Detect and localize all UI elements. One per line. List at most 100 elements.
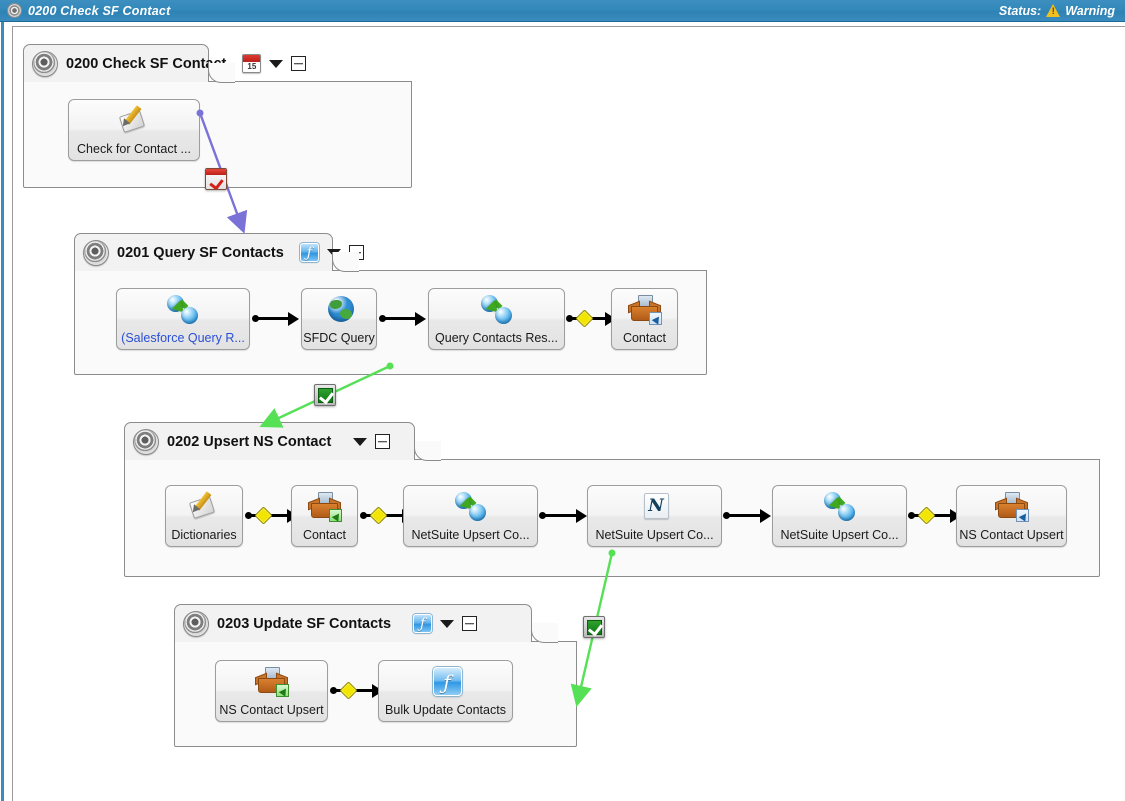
operation-canvas-page: 0200 Check SF Contact Status: Warning bbox=[0, 0, 1125, 801]
step-node-netsuite-upsert-contact-2[interactable]: NetSuite Upsert Co... bbox=[587, 485, 722, 547]
window-titlebar: 0200 Check SF Contact Status: Warning bbox=[0, 0, 1125, 22]
step-node-label: NS Contact Upsert bbox=[959, 528, 1064, 542]
green-check-icon-1 bbox=[314, 384, 336, 406]
panel-body-0201: (Salesforce Query R... SFDC Query Query … bbox=[74, 270, 707, 375]
operation-gear-icon bbox=[83, 239, 109, 266]
connector-dot bbox=[723, 512, 730, 519]
step-node-check-for-contact[interactable]: Check for Contact ... bbox=[68, 99, 200, 161]
panel-header-0200[interactable]: 0200 Check SF Contact bbox=[23, 44, 307, 83]
step-node-bulk-update-contacts[interactable]: Bulk Update Contacts bbox=[378, 660, 513, 722]
connector-dot bbox=[252, 315, 259, 322]
script-function-icon[interactable] bbox=[413, 614, 433, 633]
warning-triangle-icon bbox=[1046, 4, 1061, 18]
step-node-label: Bulk Update Contacts bbox=[385, 703, 506, 717]
connector-dot bbox=[566, 315, 573, 322]
panel-title-0202: 0202 Upsert NS Contact bbox=[167, 433, 332, 450]
panel-header-0203[interactable]: 0203 Update SF Contacts bbox=[174, 604, 558, 643]
connector-dot bbox=[360, 512, 367, 519]
connector-diamond bbox=[369, 506, 388, 525]
step-node-label: Contact bbox=[302, 528, 347, 542]
step-node-label: NS Contact Upsert bbox=[219, 703, 324, 717]
package-box-green-icon bbox=[254, 667, 289, 697]
operation-panel-0203: 0203 Update SF Contacts NS Contact Upser… bbox=[174, 604, 577, 747]
panel-body-0202: Dictionaries Contact NetSuite Upsert Co.… bbox=[124, 459, 1100, 577]
connector-dot bbox=[908, 512, 915, 519]
panel-header-0202[interactable]: 0202 Upsert NS Contact bbox=[124, 422, 441, 461]
pencil-page-icon bbox=[117, 105, 151, 136]
operation-panel-0200: 0200 Check SF Contact Check for Contact … bbox=[23, 44, 412, 188]
package-box-icon bbox=[994, 492, 1029, 522]
step-node-dictionaries[interactable]: Dictionaries bbox=[165, 485, 243, 547]
pencil-page-icon bbox=[187, 491, 221, 522]
globe-icon bbox=[322, 295, 356, 325]
chevron-down-icon[interactable] bbox=[353, 437, 368, 446]
step-node-salesforce-query-request[interactable]: (Salesforce Query R... bbox=[116, 288, 250, 350]
connector-line bbox=[726, 514, 763, 517]
connector-diamond bbox=[575, 309, 594, 328]
step-node-contact[interactable]: Contact bbox=[291, 485, 358, 547]
step-node-label: NetSuite Upsert Co... bbox=[411, 528, 530, 542]
step-node-netsuite-upsert-contact-3[interactable]: NetSuite Upsert Co... bbox=[772, 485, 907, 547]
chevron-down-icon[interactable] bbox=[326, 248, 341, 257]
connector-dot bbox=[330, 687, 337, 694]
connector-diamond bbox=[254, 506, 273, 525]
minimize-icon[interactable] bbox=[462, 616, 478, 631]
operation-gear-icon bbox=[183, 610, 209, 637]
chevron-down-icon[interactable] bbox=[440, 619, 455, 628]
step-node-sfdc-query[interactable]: SFDC Query bbox=[301, 288, 377, 350]
panel-header-0201[interactable]: 0201 Query SF Contacts bbox=[74, 233, 364, 272]
transform-icon bbox=[480, 295, 514, 325]
step-node-query-contacts-response[interactable]: Query Contacts Res... bbox=[428, 288, 565, 350]
step-node-netsuite-upsert-contact-1[interactable]: NetSuite Upsert Co... bbox=[403, 485, 538, 547]
operation-panel-0201: 0201 Query SF Contacts (Salesforce Query… bbox=[74, 233, 707, 375]
minimize-icon[interactable] bbox=[375, 434, 391, 449]
red-clipboard-icon bbox=[205, 168, 227, 190]
operation-panel-0202: 0202 Upsert NS Contact Dictionaries Cont… bbox=[124, 422, 1100, 577]
script-function-icon[interactable] bbox=[299, 243, 319, 262]
step-node-label: Dictionaries bbox=[171, 528, 237, 542]
window-left-border bbox=[0, 22, 5, 801]
connector-diamond bbox=[917, 506, 936, 525]
calendar-icon[interactable] bbox=[242, 54, 262, 73]
package-box-icon bbox=[627, 295, 662, 325]
step-node-label: NetSuite Upsert Co... bbox=[780, 528, 899, 542]
minimize-icon[interactable] bbox=[348, 245, 364, 260]
titlebar-status-group: Status: Warning bbox=[998, 3, 1125, 19]
connector-line bbox=[255, 317, 291, 320]
step-node-label: Check for Contact ... bbox=[77, 142, 191, 156]
connector-arrowhead bbox=[760, 509, 771, 523]
step-node-label: NetSuite Upsert Co... bbox=[595, 528, 714, 542]
minimize-icon[interactable] bbox=[291, 56, 307, 71]
panel-body-0203: NS Contact Upsert Bulk Update Contacts bbox=[174, 641, 577, 747]
status-badge: Warning bbox=[1065, 3, 1115, 18]
connector-line bbox=[382, 317, 418, 320]
netsuite-n-icon bbox=[638, 492, 672, 522]
package-box-green-icon bbox=[307, 492, 342, 522]
page-title: 0200 Check SF Contact bbox=[28, 3, 171, 18]
connector-arrowhead bbox=[576, 509, 587, 523]
panel-title-0200: 0200 Check SF Contact bbox=[66, 55, 227, 72]
connector-dot bbox=[379, 315, 386, 322]
titlebar-left-group: 0200 Check SF Contact bbox=[0, 3, 170, 18]
step-node-label: Query Contacts Res... bbox=[435, 331, 558, 345]
transform-icon bbox=[166, 295, 200, 325]
status-label: Status: bbox=[998, 3, 1042, 18]
step-node-contact[interactable]: Contact bbox=[611, 288, 678, 350]
step-node-ns-contact-upsert[interactable]: NS Contact Upsert bbox=[215, 660, 328, 722]
connector-diamond bbox=[339, 681, 358, 700]
step-node-label: Contact bbox=[622, 331, 667, 345]
panel-title-0201: 0201 Query SF Contacts bbox=[117, 244, 284, 261]
transform-icon bbox=[823, 492, 857, 522]
connector-arrowhead bbox=[415, 312, 426, 326]
chevron-down-icon[interactable] bbox=[269, 59, 284, 68]
step-node-label: SFDC Query bbox=[303, 331, 375, 345]
green-check-icon-2 bbox=[583, 616, 605, 638]
connector-dot bbox=[539, 512, 546, 519]
script-function-icon bbox=[429, 667, 463, 697]
connector-arrowhead bbox=[288, 312, 299, 326]
connector-line bbox=[542, 514, 579, 517]
panel-title-0203: 0203 Update SF Contacts bbox=[217, 615, 392, 632]
step-node-ns-contact-upsert[interactable]: NS Contact Upsert bbox=[956, 485, 1067, 547]
connector-dot bbox=[245, 512, 252, 519]
transform-icon bbox=[454, 492, 488, 522]
